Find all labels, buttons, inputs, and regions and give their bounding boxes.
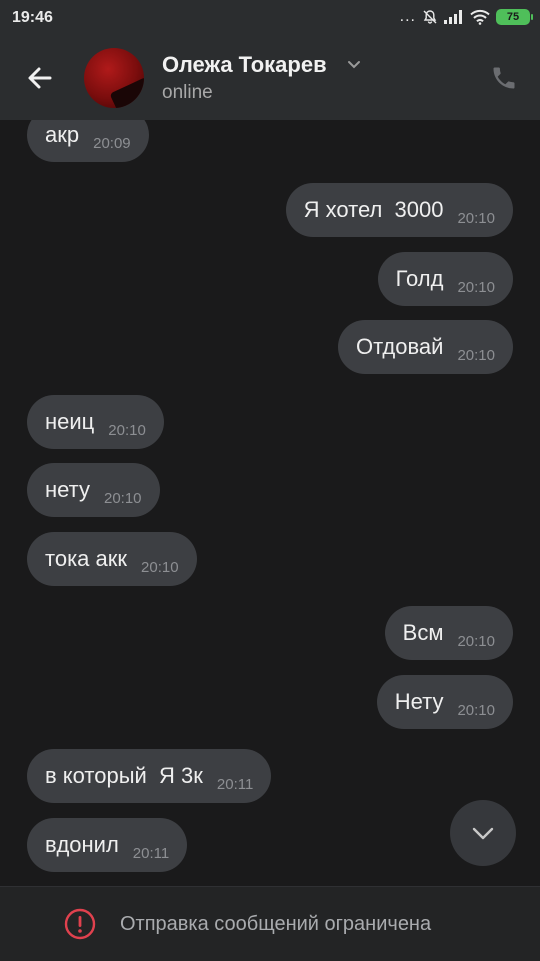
message-time: 20:10 (141, 558, 179, 576)
message-incoming[interactable]: в который Я 3к 20:11 (27, 749, 272, 803)
message-incoming[interactable]: акр 20:09 (27, 120, 149, 162)
message-outgoing[interactable]: Отдовай 20:10 (337, 320, 513, 374)
message-text: Отдовай (355, 334, 444, 359)
message-incoming[interactable]: тока акк 20:10 (27, 532, 197, 586)
battery-icon: 75 (496, 9, 533, 25)
wifi-icon (470, 9, 490, 25)
contact-status: online (162, 82, 213, 103)
message-text: вдонил (45, 832, 119, 857)
avatar[interactable] (84, 48, 144, 108)
restricted-text: Отправка сообщений ограничена (120, 913, 432, 935)
message-list[interactable]: акр 20:09 Я хотел 3000 20:10 Голд 20:10 … (0, 120, 540, 885)
message-incoming[interactable]: вдонил 20:11 (27, 818, 188, 872)
message-text: в который Я 3к (45, 763, 203, 788)
message-time: 20:10 (108, 421, 146, 439)
message-text: Я хотел 3000 (303, 197, 444, 222)
message-time: 20:10 (103, 489, 142, 507)
message-time: 20:10 (457, 632, 495, 650)
signal-icon (444, 10, 462, 24)
message-outgoing[interactable]: Нету 20:10 (376, 675, 513, 729)
message-time: 20:10 (457, 701, 495, 719)
message-incoming[interactable]: неиц 20:10 (27, 395, 164, 449)
chevron-down-icon (472, 827, 494, 840)
status-icons: ... 75 (399, 8, 533, 26)
message-text: Голд (395, 266, 444, 291)
message-time: 20:09 (93, 134, 131, 152)
message-text: Нету (394, 689, 444, 714)
restricted-bar: Отправка сообщений ограничена (0, 886, 540, 961)
message-text: нету (45, 477, 90, 502)
chat-header: Олежа Токарев online (0, 36, 540, 120)
message-text: тока акк (45, 546, 128, 571)
notification-dots: ... (399, 8, 416, 25)
status-bar: 19:46 ... 75 (0, 0, 540, 36)
chevron-down-icon[interactable] (346, 56, 362, 72)
alert-circle-icon (64, 908, 96, 940)
message-time: 20:10 (457, 278, 495, 296)
mute-bell-icon (423, 10, 437, 24)
message-text: неиц (45, 409, 95, 434)
message-text: Всм (402, 620, 444, 645)
message-incoming[interactable]: нету 20:10 (27, 463, 160, 517)
message-time: 20:10 (457, 209, 495, 227)
message-time: 20:11 (216, 775, 254, 793)
message-outgoing[interactable]: Всм 20:10 (384, 606, 513, 660)
message-outgoing[interactable]: Я хотел 3000 20:10 (285, 183, 513, 237)
message-text: акр (45, 122, 80, 147)
message-outgoing[interactable]: Голд 20:10 (377, 252, 513, 306)
status-time: 19:46 (12, 9, 53, 26)
message-time: 20:10 (457, 346, 495, 364)
message-time: 20:11 (132, 844, 170, 862)
back-arrow-icon[interactable] (20, 58, 60, 98)
phone-icon[interactable] (490, 64, 518, 92)
contact-name[interactable]: Олежа Токарев (162, 52, 327, 78)
scroll-down-button[interactable] (450, 800, 516, 866)
